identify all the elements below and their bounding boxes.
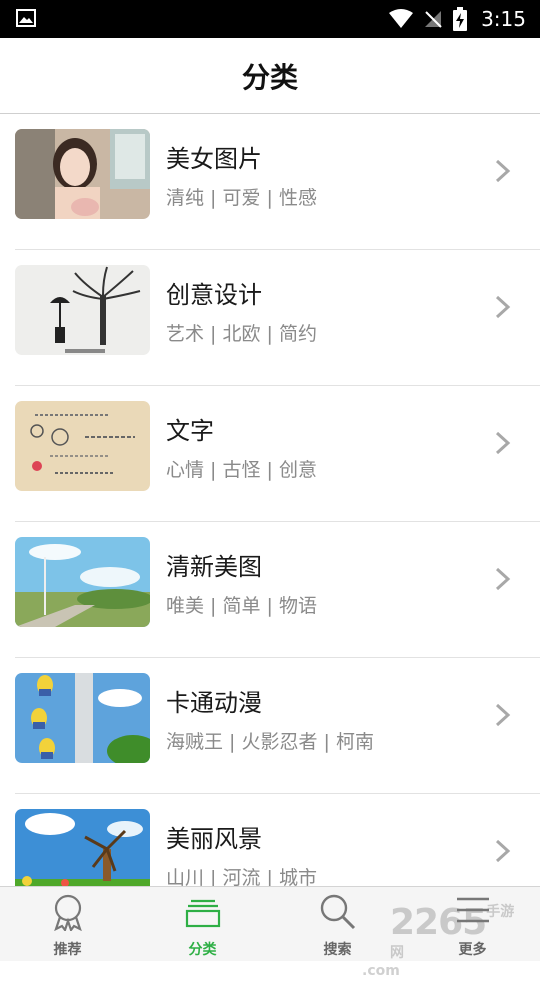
tab-recommend[interactable]: 推荐 — [0, 887, 135, 961]
category-item-beauty[interactable]: 美女图片 清纯 | 可爱 | 性感 — [15, 114, 540, 250]
badge-icon — [53, 894, 82, 931]
category-name: 清新美图 — [166, 553, 262, 581]
wifi-icon — [389, 9, 414, 28]
watermark-number: 2265 — [390, 902, 487, 943]
category-tags: 唯美 | 简单 | 物语 — [166, 595, 317, 617]
category-icon — [185, 899, 220, 928]
category-list: 美女图片 清纯 | 可爱 | 性感 创意设计 艺术 | 北欧 | 简约 文字 心… — [0, 114, 540, 930]
category-name: 美女图片 — [166, 145, 262, 173]
tab-search[interactable]: 搜索 — [270, 887, 405, 961]
chevron-right-icon — [495, 295, 511, 319]
watermark-domain: .com — [362, 963, 400, 979]
tab-category[interactable]: 分类 — [135, 887, 270, 961]
category-thumbnail — [15, 129, 150, 219]
battery-charging-icon — [453, 7, 468, 31]
category-thumbnail — [15, 673, 150, 763]
category-tags: 艺术 | 北欧 | 简约 — [166, 323, 317, 345]
category-tags: 心情 | 古怪 | 创意 — [166, 459, 317, 481]
tab-label: 分类 — [188, 942, 217, 958]
status-time: 3:15 — [481, 7, 526, 31]
chevron-right-icon — [495, 567, 511, 591]
category-item-cartoon[interactable]: 卡通动漫 海贼王 | 火影忍者 | 柯南 — [15, 658, 540, 794]
gallery-notification-icon — [16, 9, 36, 27]
category-thumbnail — [15, 537, 150, 627]
title-bar: 分类 — [0, 38, 540, 114]
watermark-logo: 2265手游网.com — [362, 902, 524, 984]
category-item-fresh[interactable]: 清新美图 唯美 | 简单 | 物语 — [15, 522, 540, 658]
category-name: 创意设计 — [166, 281, 262, 309]
category-tags: 清纯 | 可爱 | 性感 — [166, 187, 317, 209]
category-name: 文字 — [166, 417, 214, 445]
tab-label: 搜索 — [323, 942, 352, 958]
category-name: 美丽风景 — [166, 825, 262, 853]
chevron-right-icon — [495, 839, 511, 863]
chevron-right-icon — [495, 431, 511, 455]
category-thumbnail — [15, 265, 150, 355]
category-item-text[interactable]: 文字 心情 | 古怪 | 创意 — [15, 386, 540, 522]
category-tags: 海贼王 | 火影忍者 | 柯南 — [166, 731, 374, 753]
category-thumbnail — [15, 401, 150, 491]
page-title: 分类 — [241, 60, 298, 94]
tab-label: 推荐 — [53, 942, 82, 958]
search-icon — [320, 894, 355, 930]
chevron-right-icon — [495, 703, 511, 727]
status-bar: 3:15 — [0, 0, 540, 38]
no-signal-icon — [425, 11, 442, 28]
chevron-right-icon — [495, 159, 511, 183]
category-name: 卡通动漫 — [166, 689, 262, 717]
category-item-creative-design[interactable]: 创意设计 艺术 | 北欧 | 简约 — [15, 250, 540, 386]
